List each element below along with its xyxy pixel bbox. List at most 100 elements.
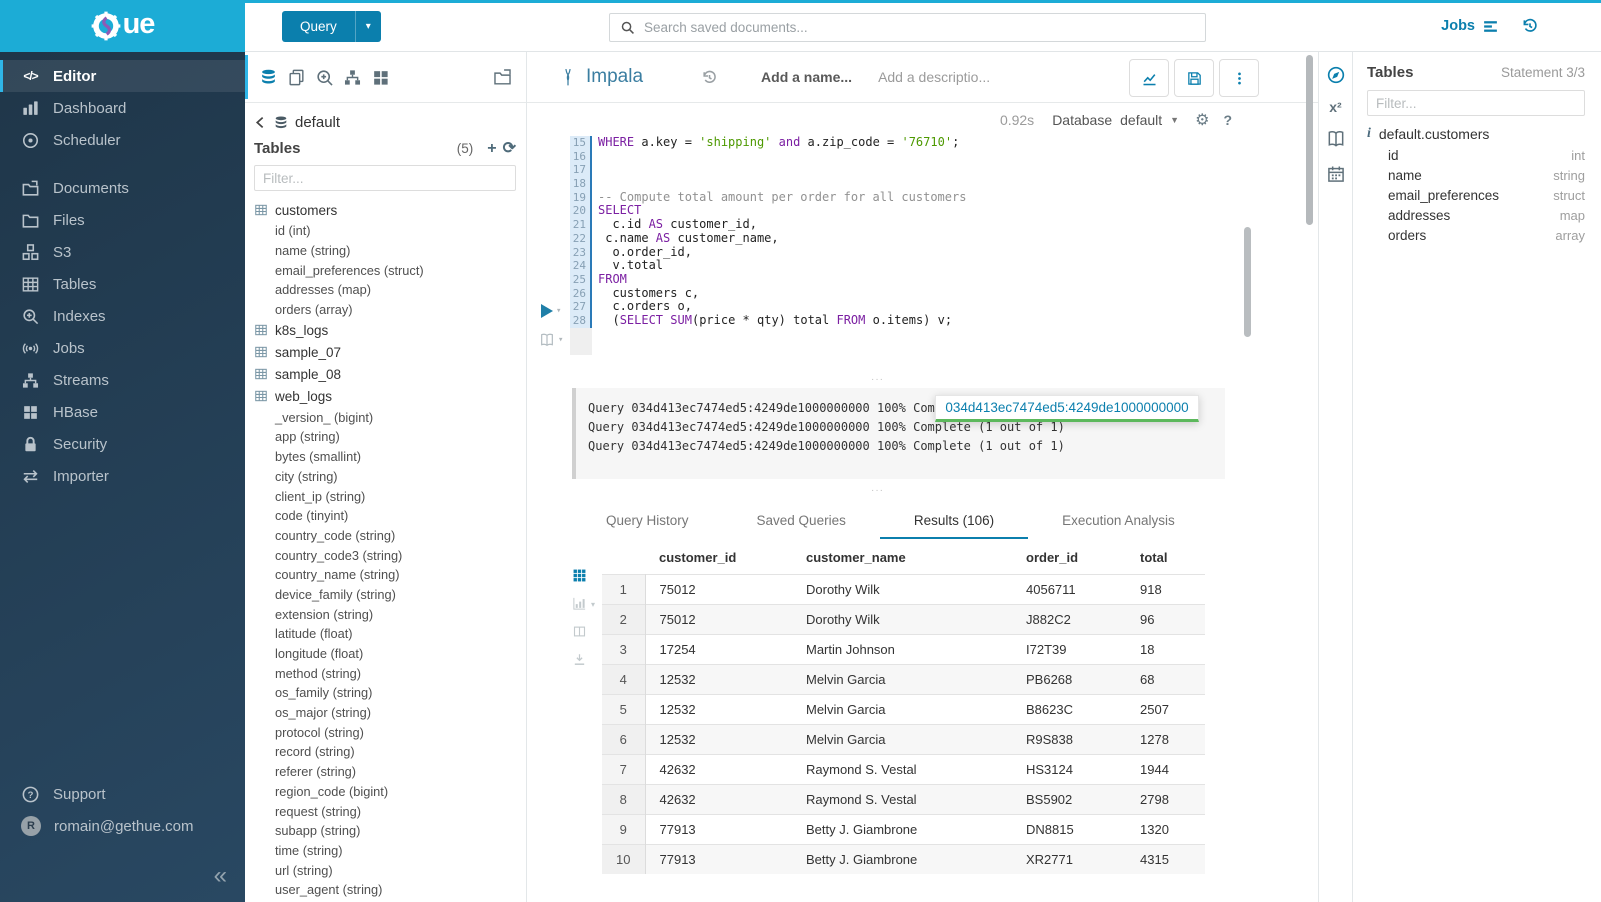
sidebar-item-streams[interactable]: Streams (0, 364, 245, 396)
sidebar-item-security[interactable]: Security (0, 428, 245, 460)
column-item[interactable]: email_preferences (struct) (254, 260, 516, 280)
right-column-orders[interactable]: ordersarray (1367, 226, 1585, 246)
column-item[interactable]: addresses (map) (254, 280, 516, 300)
table-item-sample_08[interactable]: sample_08 (254, 363, 516, 385)
column-item[interactable]: orders (array) (254, 300, 516, 320)
right-filter-input[interactable] (1367, 90, 1585, 116)
jobs-link[interactable]: Jobs (1441, 18, 1499, 35)
language-reference-icon[interactable] (1326, 129, 1346, 149)
column-item[interactable]: country_code (string) (254, 526, 516, 546)
chart-button[interactable] (1129, 59, 1169, 97)
new-query-button[interactable]: Query (282, 11, 355, 42)
shared-folder-icon[interactable] (493, 68, 512, 87)
database-caret-icon[interactable]: ▼ (1170, 115, 1179, 125)
table-item-customers[interactable]: customers (254, 199, 516, 221)
sidebar-item-importer[interactable]: Importer (0, 460, 245, 492)
right-column-addresses[interactable]: addressesmap (1367, 206, 1585, 226)
column-item[interactable]: longitude (float) (254, 644, 516, 664)
column-item[interactable]: user_agent (string) (254, 880, 516, 900)
main-scrollbar[interactable] (1306, 55, 1313, 225)
results-resize-handle[interactable]: ··· (527, 486, 1228, 496)
sidebar-item-jobs[interactable]: Jobs (0, 332, 245, 364)
column-item[interactable]: method (string) (254, 663, 516, 683)
database-select[interactable]: default (1120, 112, 1162, 128)
column-item[interactable]: device_family (string) (254, 585, 516, 605)
column-item[interactable]: region_code (bigint) (254, 782, 516, 802)
sidebar-item-files[interactable]: Files (0, 204, 245, 236)
engine-selector[interactable]: Impala (558, 66, 643, 88)
sidebar-item-dashboard[interactable]: Dashboard (0, 92, 245, 124)
column-item[interactable]: country_name (string) (254, 565, 516, 585)
results-header-order_id[interactable]: order_id (1012, 543, 1126, 575)
sidebar-item-hbase[interactable]: HBase (0, 396, 245, 428)
results-header-customer_id[interactable]: customer_id (645, 543, 792, 575)
sidebar-item-indexes[interactable]: Indexes (0, 300, 245, 332)
presentation-mode-button[interactable]: ▾ (539, 332, 563, 348)
column-item[interactable]: record (string) (254, 742, 516, 762)
tab-saved-queries[interactable]: Saved Queries (723, 504, 880, 539)
right-column-email_preferences[interactable]: email_preferencesstruct (1367, 185, 1585, 205)
chart-caret-icon[interactable]: ▾ (591, 600, 595, 609)
database-icon[interactable] (259, 68, 278, 87)
table-item-web_logs[interactable]: web_logs (254, 385, 516, 407)
results-header-total[interactable]: total (1126, 543, 1205, 575)
columns-icon[interactable] (572, 624, 587, 639)
new-query-split-button[interactable]: Query ▾ (282, 11, 381, 42)
right-column-name[interactable]: namestring (1367, 165, 1585, 185)
column-item[interactable]: os_major (string) (254, 703, 516, 723)
tables-filter-input[interactable] (254, 165, 516, 191)
query-name-field[interactable]: Add a name... (761, 69, 852, 85)
help-icon[interactable]: ? (1223, 112, 1232, 128)
column-item[interactable]: referer (string) (254, 762, 516, 782)
tab-query-history[interactable]: Query History (572, 504, 723, 539)
zoom-in-icon[interactable] (315, 68, 334, 87)
sidebar-item-s3[interactable]: S3 (0, 236, 245, 268)
sidebar-item-documents[interactable]: Documents (0, 172, 245, 204)
sitemap-icon[interactable] (343, 68, 362, 87)
back-chevron-icon[interactable] (254, 116, 267, 129)
search-input[interactable] (644, 20, 1195, 35)
more-button[interactable] (1219, 59, 1259, 97)
save-button[interactable] (1174, 59, 1214, 97)
sql-code-editor[interactable]: 15WHERE a.key = 'shipping' and a.zip_cod… (527, 136, 1278, 388)
column-item[interactable]: id (int) (254, 221, 516, 241)
column-item[interactable]: country_code3 (string) (254, 545, 516, 565)
run-query-button[interactable]: ▾ (541, 304, 561, 318)
results-header-customer_name[interactable]: customer_name (792, 543, 1012, 575)
column-item[interactable]: latitude (float) (254, 624, 516, 644)
sidebar-item-tables[interactable]: Tables (0, 268, 245, 300)
sidebar-collapse-button[interactable]: « (214, 864, 227, 888)
column-item[interactable]: os_family (string) (254, 683, 516, 703)
sidebar-item-scheduler[interactable]: Scheduler (0, 124, 245, 156)
settings-gear-icon[interactable]: ⚙ (1195, 110, 1209, 130)
active-table-row[interactable]: i default.customers (1367, 126, 1585, 142)
table-item-sample_07[interactable]: sample_07 (254, 341, 516, 363)
column-item[interactable]: subapp (string) (254, 821, 516, 841)
query-description-field[interactable]: Add a descriptio... (878, 69, 990, 85)
column-item[interactable]: extension (string) (254, 604, 516, 624)
log-resize-handle[interactable]: ··· (527, 375, 1228, 385)
column-item[interactable]: request (string) (254, 801, 516, 821)
database-name[interactable]: default (295, 114, 340, 131)
chart-icon[interactable]: ▾ (572, 596, 587, 611)
schedule-icon[interactable] (1326, 164, 1346, 184)
download-icon[interactable] (572, 652, 587, 667)
right-column-id[interactable]: idint (1367, 145, 1585, 165)
grid-icon[interactable] (572, 568, 587, 583)
tab-execution-analysis[interactable]: Execution Analysis (1028, 504, 1209, 539)
column-item[interactable]: protocol (string) (254, 722, 516, 742)
column-item[interactable]: _version_ (bigint) (254, 407, 516, 427)
editor-scrollbar[interactable] (1244, 227, 1251, 337)
query-history-icon[interactable] (1521, 17, 1539, 35)
column-item[interactable]: city (string) (254, 467, 516, 487)
query-dropdown-caret-icon[interactable]: ▾ (355, 11, 381, 42)
column-item[interactable]: bytes (smallint) (254, 447, 516, 467)
column-item[interactable]: code (tinyint) (254, 506, 516, 526)
apps-icon[interactable] (371, 68, 390, 87)
column-item[interactable]: client_ip (string) (254, 486, 516, 506)
table-item-k8s_logs[interactable]: k8s_logs (254, 319, 516, 341)
column-item[interactable]: url (string) (254, 860, 516, 880)
column-item[interactable]: name (string) (254, 241, 516, 261)
run-options-caret-icon[interactable]: ▾ (556, 306, 561, 316)
hue-logo[interactable]: ue (0, 0, 245, 52)
